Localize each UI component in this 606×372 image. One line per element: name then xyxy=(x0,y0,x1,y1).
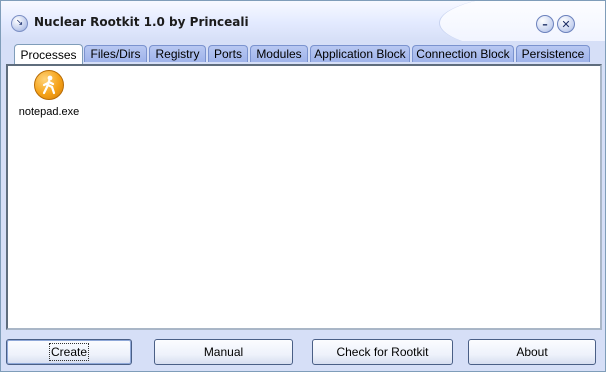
close-icon: ✕ xyxy=(561,17,571,31)
tab-application-block[interactable]: Application Block xyxy=(310,45,410,62)
window-title: Nuclear Rootkit 1.0 by Princeali xyxy=(34,15,249,29)
close-button[interactable]: ✕ xyxy=(557,15,575,33)
title-bar[interactable]: ↘ Nuclear Rootkit 1.0 by Princeali – ✕ xyxy=(1,1,605,41)
about-button-label: About xyxy=(516,345,548,359)
check-for-rootkit-button-label: Check for Rootkit xyxy=(336,345,429,359)
tab-connection-block[interactable]: Connection Block xyxy=(412,45,514,62)
tab-persistence[interactable]: Persistence xyxy=(516,45,590,62)
create-button-label: Create xyxy=(48,343,90,361)
tab-files-dirs[interactable]: Files/Dirs xyxy=(84,45,147,62)
tab-processes[interactable]: Processes xyxy=(14,44,83,64)
tab-ports[interactable]: Ports xyxy=(208,45,248,62)
manual-button[interactable]: Manual xyxy=(154,339,293,365)
check-for-rootkit-button[interactable]: Check for Rootkit xyxy=(312,339,453,365)
tab-registry[interactable]: Registry xyxy=(149,45,206,62)
processes-panel: notepad.exe xyxy=(6,64,602,330)
title-bar-decoration xyxy=(439,1,605,41)
minimize-icon: – xyxy=(542,17,548,31)
about-button[interactable]: About xyxy=(468,339,596,365)
walking-person-icon xyxy=(34,70,64,100)
tab-strip: Processes Files/Dirs Registry Ports Modu… xyxy=(1,44,605,64)
tab-modules[interactable]: Modules xyxy=(250,45,308,62)
minimize-button[interactable]: – xyxy=(536,15,554,33)
manual-button-label: Manual xyxy=(203,345,244,359)
create-button[interactable]: Create xyxy=(6,339,132,365)
process-item[interactable]: notepad.exe xyxy=(14,70,84,118)
arrow-icon[interactable]: ↘ xyxy=(11,15,28,32)
app-window: ↘ Nuclear Rootkit 1.0 by Princeali – ✕ P… xyxy=(0,0,606,372)
process-name: notepad.exe xyxy=(18,106,80,118)
